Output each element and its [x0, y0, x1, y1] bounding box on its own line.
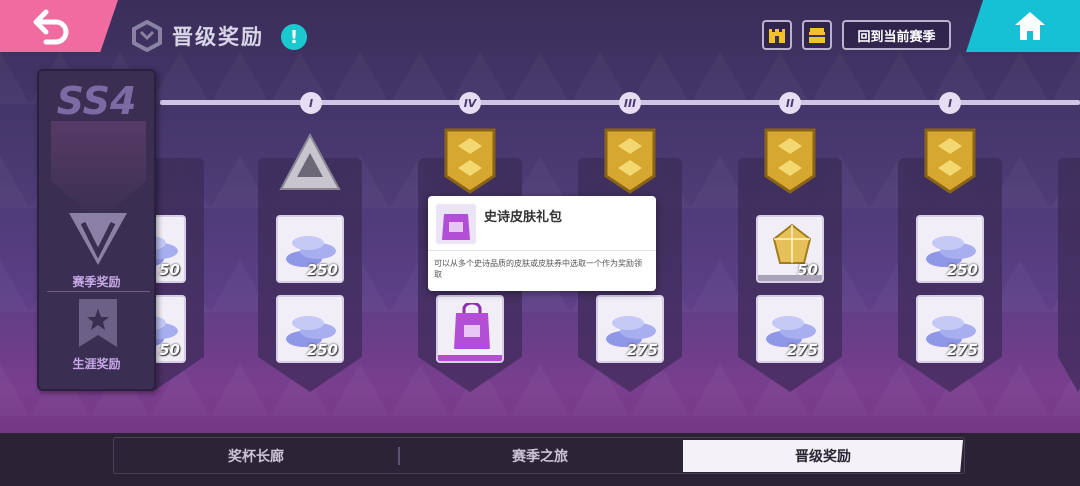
promotion-logo-icon: [132, 20, 162, 52]
rank-mark: IV: [459, 92, 481, 114]
reward-amount: 250: [306, 341, 338, 359]
tab-trophy-gallery[interactable]: 奖杯长廊: [116, 440, 396, 472]
career-reward-bookmark-icon[interactable]: [77, 297, 119, 349]
skin-pack-bag-icon: [454, 303, 490, 349]
reward-card[interactable]: 275: [596, 295, 664, 363]
info-icon[interactable]: !: [281, 24, 307, 50]
season-code: SS4: [56, 79, 137, 123]
home-icon: [1015, 12, 1045, 40]
reward-column: [1058, 158, 1080, 392]
tab-season-journey[interactable]: 赛季之旅: [400, 440, 680, 472]
reward-card-skin-pack[interactable]: [436, 295, 504, 363]
reward-card[interactable]: 250: [276, 215, 344, 283]
back-button[interactable]: [0, 0, 118, 52]
career-rewards-label[interactable]: 生涯奖励: [39, 355, 154, 372]
skin-pack-bag-icon: [442, 214, 470, 240]
back-arrow-icon: [33, 9, 69, 45]
reward-amount: 250: [306, 261, 338, 279]
reward-card[interactable]: 50: [756, 215, 824, 283]
season-reward-emblem-icon[interactable]: [65, 209, 131, 269]
reward-amount: 250: [946, 261, 978, 279]
reward-amount: 50: [159, 261, 180, 279]
reward-amount: 275: [626, 341, 658, 359]
side-banner: [51, 121, 146, 221]
reward-amount: 275: [786, 341, 818, 359]
home-button[interactable]: [966, 0, 1080, 52]
season-side-panel: SS4 赛季奖励 生涯奖励: [37, 69, 156, 391]
return-current-season-button[interactable]: 回到当前赛季: [842, 20, 951, 50]
reward-card[interactable]: 250: [916, 215, 984, 283]
gold-shield-badge-icon: [764, 128, 816, 194]
tooltip-description: 可以从多个史诗品质的皮肤或皮肤券中选取一个作为奖励领取: [434, 259, 642, 279]
silver-star-badge-icon: [279, 133, 341, 190]
castle-button[interactable]: [762, 20, 792, 50]
gold-shield-badge-icon: [604, 128, 656, 194]
rarity-strip: [758, 275, 822, 281]
gold-shield-badge-icon: [444, 128, 496, 194]
reward-card[interactable]: 275: [756, 295, 824, 363]
season-rewards-label[interactable]: 赛季奖励: [39, 273, 154, 290]
side-divider: [47, 291, 150, 292]
rank-mark: I: [939, 92, 961, 114]
reward-card[interactable]: 250: [276, 295, 344, 363]
tooltip-item-icon: [436, 204, 476, 244]
chest-icon: [809, 28, 825, 43]
rank-mark: II: [779, 92, 801, 114]
tooltip-divider: [428, 250, 656, 251]
chest-button[interactable]: [802, 20, 832, 50]
reward-card[interactable]: 275: [916, 295, 984, 363]
reward-amount: 50: [159, 341, 180, 359]
gold-shield-badge-icon: [924, 128, 976, 194]
reward-tooltip: 史诗皮肤礼包 可以从多个史诗品质的皮肤或皮肤券中选取一个作为奖励领取: [428, 196, 656, 291]
tab-promotion-rewards[interactable]: 晋级奖励: [683, 440, 963, 472]
rank-mark: I: [300, 92, 322, 114]
page-title: 晋级奖励: [172, 25, 264, 49]
rank-mark: III: [619, 92, 641, 114]
tooltip-title: 史诗皮肤礼包: [484, 210, 563, 225]
castle-icon: [769, 29, 785, 43]
reward-amount: 275: [946, 341, 978, 359]
rarity-strip: [438, 355, 502, 361]
